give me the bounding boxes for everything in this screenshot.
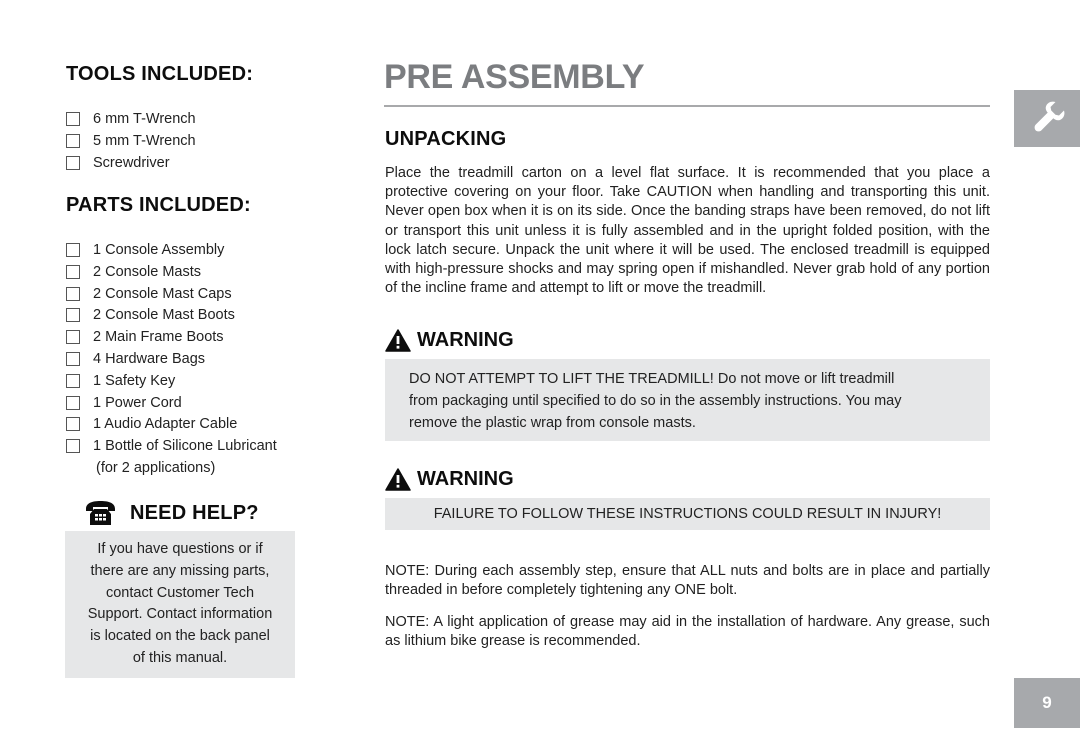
list-item: 1 Bottle of Silicone Lubricant (for 2 ap…	[66, 436, 277, 480]
item-label: 2 Main Frame Boots	[93, 329, 224, 346]
page-title: PRE ASSEMBLY	[384, 58, 645, 97]
checkbox[interactable]	[66, 351, 80, 366]
wrench-icon	[1027, 99, 1067, 139]
warning-triangle-icon	[385, 329, 411, 352]
note-paragraph: NOTE: During each assembly step, ensure …	[385, 563, 990, 599]
warning-box: FAILURE TO FOLLOW THESE INSTRUCTIONS COU…	[385, 498, 990, 530]
list-item: 1 Audio Adapter Cable	[66, 414, 277, 436]
telephone-icon	[84, 500, 117, 526]
checkbox[interactable]	[66, 330, 80, 345]
help-header: NEED HELP?	[84, 500, 259, 526]
item-label: 6 mm T-Wrench	[93, 111, 196, 127]
item-label: 1 Power Cord	[93, 394, 182, 411]
list-item: 2 Main Frame Boots	[66, 327, 277, 349]
list-item: 4 Hardware Bags	[66, 349, 277, 371]
checkbox[interactable]	[66, 417, 80, 432]
help-text-line: contact Customer Tech	[105, 584, 255, 601]
unpacking-heading: UNPACKING	[385, 128, 507, 150]
list-item: 6 mm T-Wrench	[66, 109, 196, 131]
checkbox[interactable]	[66, 112, 80, 126]
list-item: 1 Safety Key	[66, 371, 277, 393]
help-heading: NEED HELP?	[130, 501, 259, 524]
item-label: 1 Bottle of Silicone Lubricant (for 2 ap…	[93, 436, 277, 480]
warning-heading: WARNING	[417, 329, 514, 351]
help-text-line: of this manual.	[132, 649, 228, 666]
item-label: Screwdriver	[93, 154, 170, 171]
item-label: 1 Audio Adapter Cable	[93, 416, 238, 433]
list-item: 5 mm T-Wrench	[66, 131, 196, 153]
warning-heading: WARNING	[417, 468, 514, 490]
list-item: 1 Console Assembly	[66, 240, 277, 262]
item-label: 1 Safety Key	[93, 372, 176, 389]
checkbox[interactable]	[66, 373, 80, 388]
list-item: 2 Console Mast Caps	[66, 284, 277, 306]
parts-heading: PARTS INCLUDED:	[66, 194, 251, 216]
checkbox[interactable]	[66, 286, 80, 301]
checkbox[interactable]	[66, 133, 80, 148]
warning-text-line: FAILURE TO FOLLOW THESE INSTRUCTIONS COU…	[433, 506, 942, 522]
help-text-line: Support. Contact information	[87, 606, 273, 623]
checkbox[interactable]	[66, 155, 80, 170]
checkbox[interactable]	[66, 308, 80, 323]
unpacking-body: Place the treadmill carton on a level fl…	[385, 165, 990, 297]
item-label: 2 Console Mast Boots	[93, 307, 235, 324]
title-divider	[384, 105, 990, 107]
warning-header: WARNING	[385, 468, 514, 491]
section-tab	[1014, 90, 1080, 147]
tools-heading: TOOLS INCLUDED:	[66, 63, 254, 85]
item-label: 5 mm T-Wrench	[93, 132, 196, 149]
help-text-line: If you have questions or if	[97, 541, 263, 557]
item-label: 2 Console Mast Caps	[93, 285, 232, 302]
help-text-line: is located on the back panel	[90, 628, 270, 645]
help-text-line: there are any missing parts,	[90, 562, 270, 579]
list-item: 2 Console Mast Boots	[66, 305, 277, 327]
item-label: 4 Hardware Bags	[93, 350, 206, 367]
item-text: 1 Bottle of Silicone Lubricant	[93, 438, 277, 455]
help-box: If you have questions or if there are an…	[65, 531, 295, 678]
item-note: (for 2 applications)	[96, 459, 216, 476]
checkbox[interactable]	[66, 243, 80, 257]
warning-triangle-icon	[385, 468, 411, 491]
page-number: 9	[1042, 693, 1052, 712]
note-paragraph: NOTE: A light application of grease may …	[385, 614, 990, 650]
warning-header: WARNING	[385, 329, 514, 352]
checkbox[interactable]	[66, 264, 80, 279]
page-number-tab: 9	[1014, 678, 1080, 728]
warning-text-line: from packaging until specified to do so …	[409, 392, 902, 409]
checkbox[interactable]	[66, 395, 80, 410]
warning-text-line: remove the plastic wrap from console mas…	[409, 414, 696, 431]
warning-text-line: DO NOT ATTEMPT TO LIFT THE TREADMILL! Do…	[409, 371, 895, 387]
checkbox[interactable]	[66, 439, 80, 454]
list-item: Screwdriver	[66, 153, 196, 175]
parts-checklist: 1 Console Assembly 2 Console Masts 2 Con…	[66, 240, 277, 480]
title-bold: PRE	[384, 58, 454, 96]
item-label: 1 Console Assembly	[93, 242, 225, 258]
title-rest: ASSEMBLY	[453, 58, 645, 96]
item-label: 2 Console Masts	[93, 263, 201, 280]
list-item: 2 Console Masts	[66, 262, 277, 284]
tools-checklist: 6 mm T-Wrench 5 mm T-Wrench Screwdriver	[66, 109, 196, 174]
list-item: 1 Power Cord	[66, 393, 277, 415]
warning-box: DO NOT ATTEMPT TO LIFT THE TREADMILL! Do…	[385, 359, 990, 441]
